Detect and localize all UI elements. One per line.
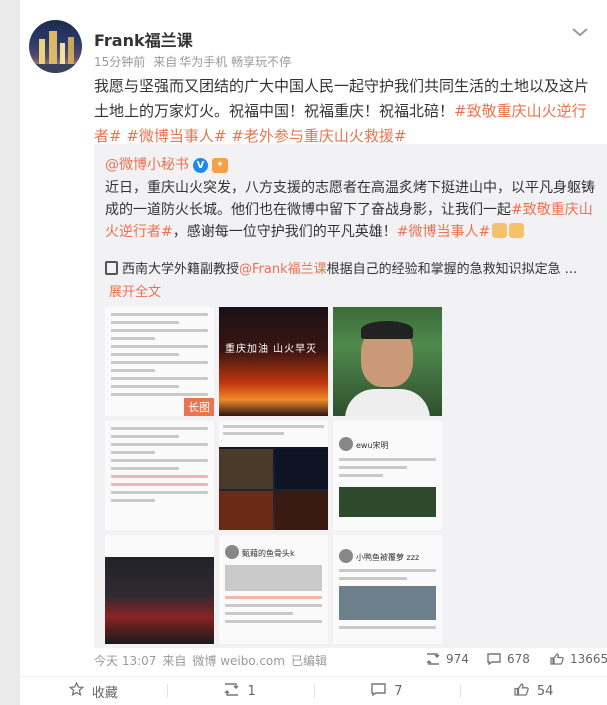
post-source[interactable]: 华为手机 畅享玩不停 bbox=[179, 53, 291, 70]
expand-full-text-link[interactable]: 展开全文 bbox=[109, 281, 161, 300]
hashtag-link[interactable]: #微博当事人# bbox=[126, 127, 226, 145]
favorite-button[interactable]: 收藏 bbox=[20, 677, 167, 705]
image-thumbnail[interactable]: 小鸭鱼被覆萝 zzz bbox=[333, 535, 442, 644]
like-button[interactable]: 54 bbox=[460, 677, 607, 705]
comment-icon bbox=[487, 653, 501, 666]
image-thumbnail[interactable] bbox=[105, 535, 214, 644]
repost-note: 西南大学外籍副教授 @Frank福兰课 根据自己的经验和掌握的急救知识拟定急 .… bbox=[105, 258, 577, 277]
repost-header: @微博小秘书 V ✦ bbox=[105, 153, 228, 178]
thumbnail-username: 甄藉的鱼骨头k bbox=[242, 549, 295, 558]
author-name[interactable]: Frank福兰课 bbox=[94, 27, 193, 51]
comment-button[interactable]: 7 bbox=[313, 677, 461, 705]
comment-count[interactable]: 678 bbox=[487, 652, 530, 666]
note-prefix: 西南大学外籍副教授 bbox=[122, 262, 240, 277]
action-bar: 收藏 1 7 54 bbox=[20, 677, 607, 705]
repost-count[interactable]: 974 bbox=[426, 652, 469, 666]
comment-icon bbox=[371, 682, 386, 700]
avatar-building bbox=[39, 39, 45, 65]
thumbs-up-icon bbox=[550, 653, 564, 665]
image-thumbnail[interactable]: 甄藉的鱼骨头k bbox=[219, 535, 328, 644]
star-icon bbox=[68, 681, 85, 700]
post-meta: 15分钟前 来自 华为手机 畅享玩不停 bbox=[94, 53, 291, 70]
image-thumbnail[interactable] bbox=[105, 421, 214, 530]
like-count-value: 13665 bbox=[570, 652, 607, 666]
post-time[interactable]: 15分钟前 bbox=[94, 53, 145, 70]
post-text: 我愿与坚强而又团结的广大中国人民一起守护我们共同生活的土地以及这片土地上的万家灯… bbox=[94, 74, 596, 149]
repost-icon bbox=[224, 682, 239, 700]
favorite-label: 收藏 bbox=[91, 685, 118, 701]
repost-text: 近日，重庆山火突发，八方支援的志愿者在高温炙烤下挺进山中，以平凡身躯铸成的一道防… bbox=[105, 177, 599, 243]
repost-icon bbox=[426, 653, 440, 665]
repost-text-body: ，感谢每一位守护我们的平凡英雄！ bbox=[172, 224, 397, 240]
repost-date[interactable]: 今天 13:07 bbox=[94, 652, 156, 669]
image-thumbnail[interactable] bbox=[333, 307, 442, 416]
repost-source-prefix: 来自 bbox=[162, 654, 187, 668]
chevron-down-icon[interactable] bbox=[571, 25, 589, 39]
comment-count-value: 678 bbox=[507, 652, 530, 666]
reposted-content: @微博小秘书 V ✦ 近日，重庆山火突发，八方支援的志愿者在高温炙烤下挺进山中，… bbox=[94, 144, 607, 648]
like-button-count: 54 bbox=[536, 683, 554, 699]
repost-footer-meta: 今天 13:07 来自 微博 weibo.com 已编辑 bbox=[94, 652, 327, 669]
long-image-label: 长图 bbox=[184, 398, 214, 416]
image-thumbnail[interactable]: 长图 bbox=[105, 307, 214, 416]
thumbs-up-icon bbox=[514, 682, 529, 700]
film-icon bbox=[105, 260, 118, 275]
repost-button-count: 1 bbox=[247, 683, 256, 699]
repost-footer: 今天 13:07 来自 微博 weibo.com 已编辑 974 678 136… bbox=[94, 652, 607, 670]
image-thumbnail[interactable]: ewu宋明 bbox=[333, 421, 442, 530]
repost-count-value: 974 bbox=[446, 652, 469, 666]
image-caption: 重庆加油 山火早灭 bbox=[225, 344, 318, 355]
thumbnail-username: 小鸭鱼被覆萝 zzz bbox=[356, 553, 420, 562]
note-text: 根据自己的经验和掌握的急救知识拟定急 ... bbox=[326, 262, 578, 277]
avatar-building bbox=[60, 43, 65, 65]
avatar-building bbox=[49, 31, 57, 65]
repost-button[interactable]: 1 bbox=[166, 677, 314, 705]
edited-label[interactable]: 已编辑 bbox=[291, 652, 327, 669]
thumbs-up-emoji-icon bbox=[492, 223, 508, 238]
comment-button-count: 7 bbox=[394, 683, 403, 699]
thumbs-up-emoji-icon bbox=[509, 223, 525, 238]
hashtag-link[interactable]: #微博当事人# bbox=[397, 224, 490, 240]
hashtag-link[interactable]: #老外参与重庆山火救援# bbox=[231, 127, 406, 145]
image-thumbnail[interactable]: 重庆加油 山火早灭 bbox=[219, 307, 328, 416]
repost-source[interactable]: 微博 weibo.com bbox=[192, 652, 285, 669]
weibo-post-card: Frank福兰课 15分钟前 来自 华为手机 畅享玩不停 我愿与坚强而又团结的广… bbox=[20, 0, 607, 705]
avatar-building bbox=[68, 37, 74, 65]
verified-icon: V bbox=[193, 158, 208, 173]
mention-link[interactable]: @Frank福兰课 bbox=[239, 258, 327, 277]
like-count[interactable]: 13665 bbox=[550, 652, 607, 666]
thumbnail-username: ewu宋明 bbox=[356, 441, 389, 450]
avatar-water bbox=[29, 64, 82, 73]
level-badge-icon: ✦ bbox=[212, 158, 228, 173]
image-thumbnail[interactable] bbox=[219, 421, 328, 530]
author-avatar[interactable] bbox=[29, 20, 82, 73]
post-source-prefix: 来自 bbox=[153, 55, 178, 69]
repost-author[interactable]: @微博小秘书 bbox=[105, 153, 189, 178]
